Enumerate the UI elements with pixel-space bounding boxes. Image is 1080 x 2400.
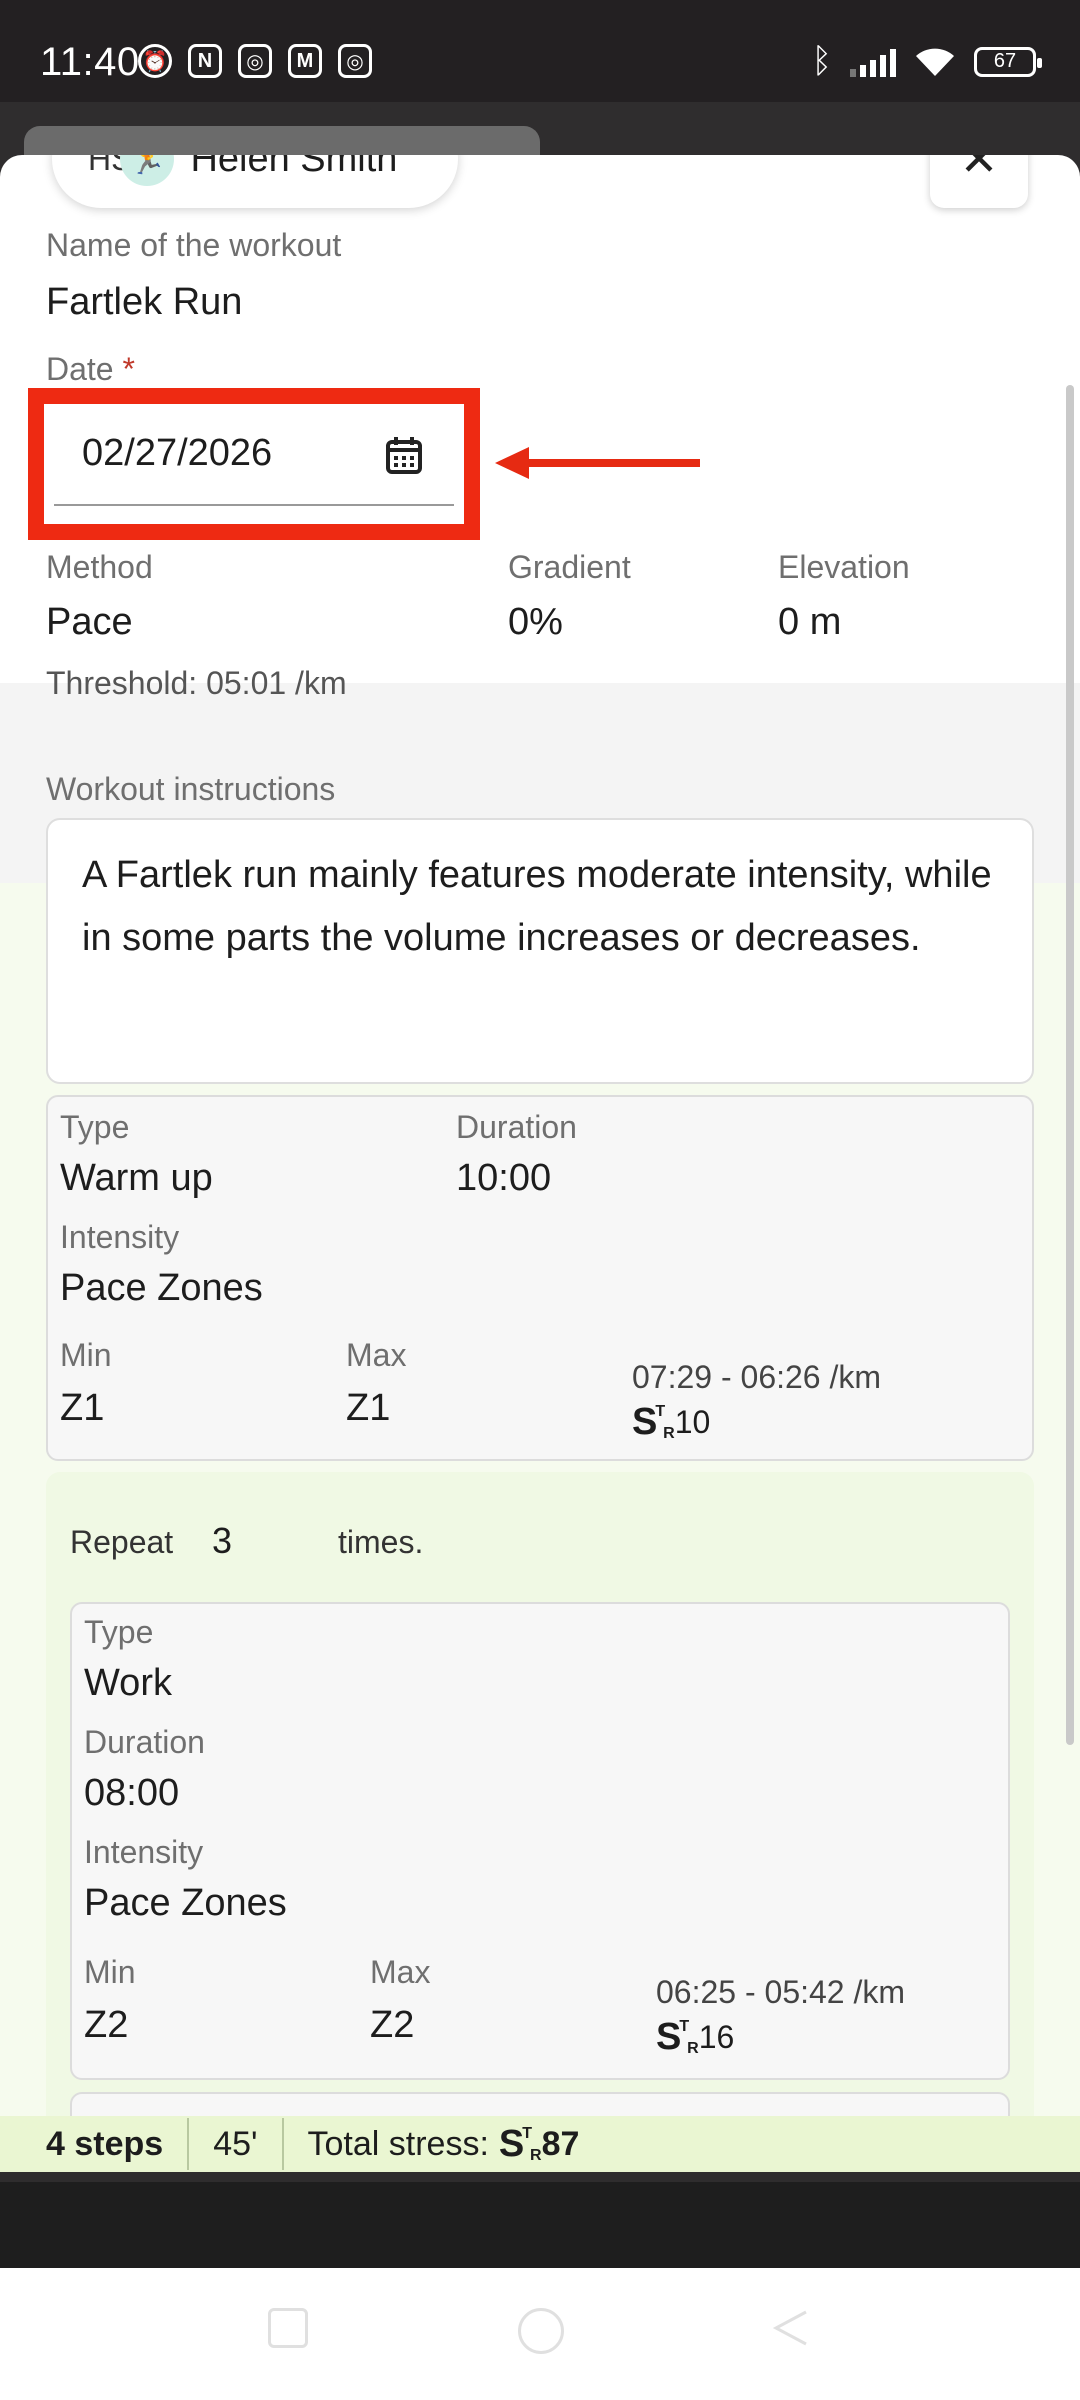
step-type-label: Type [60,1109,130,1145]
repeat-prefix: Repeat [70,1524,174,1560]
date-label-text: Date [46,351,114,387]
step-stress-value: 16 [698,2019,735,2055]
stress-icon: STR [632,1401,675,1443]
repeat-block: Repeat 3 times. Type Work Duration 08:00… [46,1472,1034,2170]
step-max-label: Max [346,1337,407,1373]
divider [281,2118,284,2170]
athlete-chip[interactable]: HS 🏃 Helen Smith [52,155,458,208]
instructions-text[interactable]: A Fartlek run mainly features moderate i… [46,818,1034,1084]
battery-level: 67 [993,50,1017,72]
close-icon: ✕ [959,155,999,185]
total-duration: 45' [213,2124,258,2163]
step-stress-value: 10 [674,1404,711,1440]
step-card-warmup[interactable]: Type Warm up Duration 10:00 Intensity Pa… [46,1095,1034,1461]
step-min-label: Min [60,1337,112,1373]
system-icons: ᛒ 67 [811,42,1042,81]
step-intensity-label: Intensity [84,1834,204,1870]
gradient-value: 0% [508,601,563,643]
wifi-icon [914,46,956,78]
step-duration-label: Duration [84,1724,205,1760]
workout-name-value: Fartlek Run [46,281,243,323]
date-label: Date * [46,351,135,388]
step-pace-range: 06:25 - 05:42 /km [656,1974,906,2010]
elevation-value: 0 m [778,601,842,643]
total-stress-label: Total stress: [307,2124,489,2163]
workout-sheet: Name of the workout Fartlek Run Date * 0… [0,155,1080,2170]
repeat-suffix: times. [338,1524,424,1560]
step-max-label: Max [370,1954,431,1990]
scrollbar[interactable] [1066,385,1074,1745]
step-intensity-value: Pace Zones [84,1882,287,1924]
step-min-value: Z2 [84,2004,129,2046]
nfc-icon: N [188,44,222,78]
step-type-value: Work [84,1662,172,1704]
signal-icon [850,47,896,77]
step-card-work[interactable]: Type Work Duration 08:00 Intensity Pace … [70,1602,1010,2080]
step-duration-value: 10:00 [456,1157,552,1199]
required-mark: * [122,351,135,387]
instructions-label: Workout instructions [46,771,336,807]
step-stress: STR 16 [656,2016,734,2059]
threshold-text: Threshold: 05:01 /km [46,665,347,701]
battery-icon: 67 [974,46,1042,77]
method-value: Pace [46,601,133,643]
notification-icons: ⏰ N ◎ M ◎ [138,44,372,78]
close-button[interactable]: ✕ [930,155,1028,208]
status-time: 11:40 [40,40,140,84]
step-duration-value: 08:00 [84,1772,180,1814]
athlete-name: Helen Smith [190,155,398,180]
background-bottom-nav [0,2182,1080,2268]
repeat-count-input[interactable]: 3 [212,1520,232,1562]
system-nav-bar [0,2268,1080,2400]
step-stress: STR 10 [632,1401,710,1444]
recents-button[interactable] [268,2308,308,2348]
gmail-icon: M [288,44,322,78]
step-type-value: Warm up [60,1157,213,1199]
instagram-icon-2: ◎ [338,44,372,78]
step-duration-label: Duration [456,1109,577,1145]
step-max-value: Z1 [346,1387,391,1429]
divider [187,2118,190,2170]
home-button[interactable] [518,2308,564,2354]
workout-name-label: Name of the workout [46,227,342,263]
summary-footer: 4 steps 45' Total stress: STR 87 [0,2116,1080,2172]
step-intensity-value: Pace Zones [60,1267,263,1309]
method-label: Method [46,549,153,585]
stress-icon: STR [498,2122,542,2165]
step-max-value: Z2 [370,2004,415,2046]
step-intensity-label: Intensity [60,1219,180,1255]
alarm-icon: ⏰ [138,44,172,78]
running-icon: 🏃 [120,155,175,186]
back-icon[interactable] [770,2308,810,2348]
stress-icon: STR [656,2016,699,2058]
step-min-value: Z1 [60,1387,105,1429]
highlight-box [28,388,480,540]
step-min-label: Min [84,1954,136,1990]
step-pace-range: 07:29 - 06:26 /km [632,1359,882,1395]
status-bar: 11:40 ⏰ N ◎ M ◎ ᛒ 67 [0,0,1080,102]
bluetooth-icon: ᛒ [811,42,832,80]
gradient-label: Gradient [508,549,631,585]
total-stress-value: 87 [541,2124,580,2163]
red-arrow-icon [495,447,700,479]
instagram-icon: ◎ [238,44,272,78]
steps-count: 4 steps [46,2124,164,2163]
elevation-label: Elevation [778,549,910,585]
step-type-label: Type [84,1614,154,1650]
